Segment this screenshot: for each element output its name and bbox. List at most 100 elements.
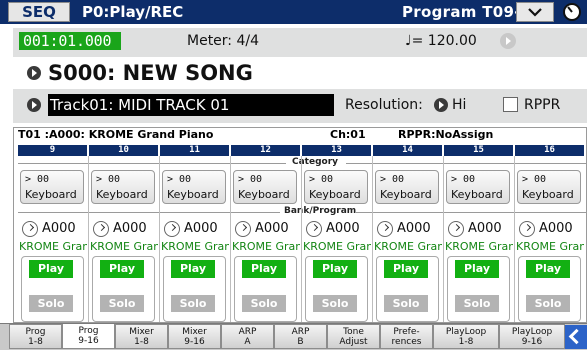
solo-button[interactable]: Solo bbox=[29, 295, 73, 312]
song-popup-button[interactable] bbox=[27, 66, 41, 80]
tab-label: Prog bbox=[25, 327, 46, 337]
tab-label: Adjust bbox=[339, 337, 368, 347]
solo-button[interactable]: Solo bbox=[242, 295, 286, 312]
tab-label: 9-16 bbox=[78, 336, 99, 346]
tempo-readout[interactable]: ♩= 120.00 bbox=[405, 32, 477, 50]
tab-arp-b[interactable]: ARP B bbox=[274, 324, 327, 349]
chevron-down-icon bbox=[528, 8, 542, 17]
page-menu-button[interactable] bbox=[516, 2, 554, 22]
play-button[interactable]: Play bbox=[313, 260, 357, 278]
play-button[interactable]: Play bbox=[526, 260, 570, 278]
program-popup-button[interactable] bbox=[519, 221, 535, 237]
track-number: 13 bbox=[302, 145, 371, 156]
category-name: Keyboard bbox=[25, 188, 77, 201]
tab-label: Prog bbox=[78, 326, 99, 336]
mode-indicator: SEQ bbox=[8, 2, 70, 22]
meter-readout[interactable]: Meter: 4/4 bbox=[187, 32, 259, 50]
tab-prog-9-16[interactable]: Prog 9-16 bbox=[62, 324, 115, 349]
program-popup-button[interactable] bbox=[377, 221, 393, 237]
tab-preferences[interactable]: Prefe-rences bbox=[380, 324, 433, 349]
play-button[interactable]: Play bbox=[171, 260, 215, 278]
bank-program-number[interactable]: A000 bbox=[184, 221, 218, 237]
solo-button[interactable]: Solo bbox=[313, 295, 357, 312]
tab-label: 1-8 bbox=[28, 337, 43, 347]
program-name: KROME Gran bbox=[516, 240, 584, 253]
tab-arp-a[interactable]: ARP A bbox=[221, 324, 274, 349]
tab-label: 1-8 bbox=[134, 337, 149, 347]
bank-program-number[interactable]: A000 bbox=[539, 221, 573, 237]
category-button[interactable]: > 00 Keyboard bbox=[375, 170, 439, 204]
chevron-left-icon[interactable] bbox=[565, 325, 587, 349]
rppr-label: RPPR bbox=[524, 97, 561, 113]
category-number: > 00 bbox=[96, 174, 121, 185]
category-button[interactable]: > 00 Keyboard bbox=[162, 170, 226, 204]
tab-playloop-9-16[interactable]: PlayLoop 9-16 bbox=[499, 324, 565, 349]
bank-program-number[interactable]: A000 bbox=[42, 221, 76, 237]
category-button[interactable]: > 00 Keyboard bbox=[91, 170, 155, 204]
category-name: Keyboard bbox=[238, 188, 290, 201]
program-popup-button[interactable] bbox=[22, 221, 38, 237]
tab-mixer-1-8[interactable]: Mixer 1-8 bbox=[115, 324, 168, 349]
location-readout[interactable]: 001:01.000 bbox=[19, 32, 121, 50]
category-number: > 00 bbox=[167, 174, 192, 185]
category-button[interactable]: > 00 Keyboard bbox=[20, 170, 84, 204]
bank-program-number[interactable]: A000 bbox=[468, 221, 502, 237]
category-name: Keyboard bbox=[380, 188, 432, 201]
track-select[interactable]: Track01: MIDI TRACK 01 bbox=[48, 94, 334, 116]
bank-program-number[interactable]: A000 bbox=[255, 221, 289, 237]
sequencer-screen: SEQ P0:Play/REC Program T09-16 001:01.00… bbox=[0, 0, 587, 350]
play-button[interactable]: Play bbox=[384, 260, 428, 278]
category-number: > 00 bbox=[309, 174, 334, 185]
tab-label: 9-16 bbox=[184, 337, 205, 347]
resolution-value[interactable]: Hi bbox=[452, 94, 466, 116]
tab-label: Mixer bbox=[129, 327, 154, 337]
tab-label: A bbox=[244, 337, 251, 347]
solo-button[interactable]: Solo bbox=[455, 295, 499, 312]
rppr-checkbox[interactable] bbox=[503, 97, 518, 112]
solo-button[interactable]: Solo bbox=[171, 295, 215, 312]
solo-button[interactable]: Solo bbox=[526, 295, 570, 312]
bank-program-number[interactable]: A000 bbox=[113, 221, 147, 237]
category-button[interactable]: > 00 Keyboard bbox=[446, 170, 510, 204]
program-popup-button[interactable] bbox=[235, 221, 251, 237]
track-number: 11 bbox=[160, 145, 229, 156]
play-button[interactable]: Play bbox=[29, 260, 73, 278]
program-name: KROME Gran bbox=[90, 240, 158, 253]
tab-label: PlayLoop bbox=[511, 327, 553, 337]
play-button[interactable]: Play bbox=[242, 260, 286, 278]
category-number: > 00 bbox=[522, 174, 547, 185]
program-popup-button[interactable] bbox=[164, 221, 180, 237]
tab-prog-1-8[interactable]: Prog 1-8 bbox=[9, 324, 62, 349]
tab-mixer-9-16[interactable]: Mixer 9-16 bbox=[168, 324, 221, 349]
tab-label: PlayLoop bbox=[445, 327, 487, 337]
program-popup-button[interactable] bbox=[93, 221, 109, 237]
tab-tone-adjust[interactable]: Tone Adjust bbox=[327, 324, 380, 349]
track-number: 16 bbox=[515, 145, 584, 156]
program-popup-button[interactable] bbox=[306, 221, 322, 237]
category-number: > 00 bbox=[380, 174, 405, 185]
program-name: KROME Gran bbox=[374, 240, 442, 253]
category-button[interactable]: > 00 Keyboard bbox=[304, 170, 368, 204]
category-number: > 00 bbox=[238, 174, 263, 185]
resolution-popup-button[interactable] bbox=[434, 98, 448, 112]
tab-label: 9-16 bbox=[521, 337, 543, 347]
song-name[interactable]: S000: NEW SONG bbox=[48, 58, 253, 88]
bank-program-number[interactable]: A000 bbox=[326, 221, 360, 237]
solo-button[interactable]: Solo bbox=[100, 295, 144, 312]
program-popup-button[interactable] bbox=[448, 221, 464, 237]
bank-program-number[interactable]: A000 bbox=[397, 221, 431, 237]
play-button[interactable]: Play bbox=[455, 260, 499, 278]
track-column: > 00 Keyboard A000 KROME Gran Play Solo bbox=[373, 156, 442, 322]
track-popup-button[interactable] bbox=[27, 98, 41, 112]
category-button[interactable]: > 00 Keyboard bbox=[233, 170, 297, 204]
tab-playloop-1-8[interactable]: PlayLoop 1-8 bbox=[433, 324, 499, 349]
tempo-source-button[interactable] bbox=[500, 33, 516, 49]
program-name: KROME Gran bbox=[232, 240, 300, 253]
track-number: 12 bbox=[231, 145, 300, 156]
category-button[interactable]: > 00 Keyboard bbox=[517, 170, 581, 204]
solo-button[interactable]: Solo bbox=[384, 295, 428, 312]
track-column: > 00 Keyboard A000 KROME Gran Play Solo bbox=[18, 156, 87, 322]
track-number: 15 bbox=[444, 145, 513, 156]
play-button[interactable]: Play bbox=[100, 260, 144, 278]
program-name: KROME Gran bbox=[303, 240, 371, 253]
